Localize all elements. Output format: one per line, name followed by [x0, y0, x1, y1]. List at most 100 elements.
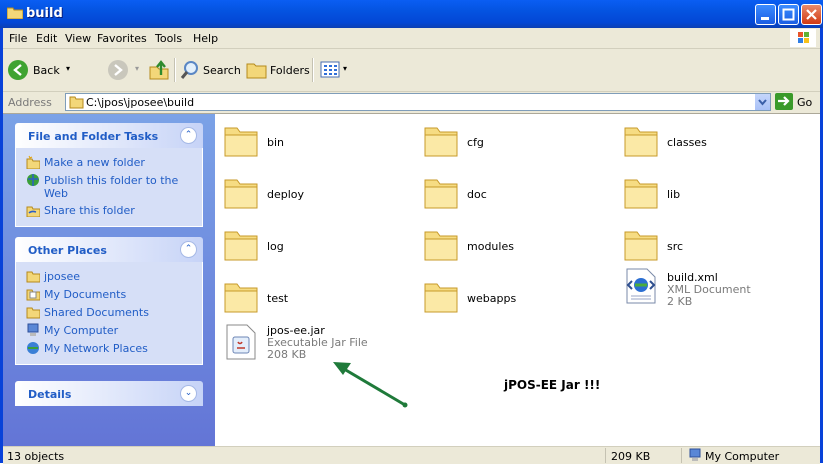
address-path: C:\jpos\jposee\build — [86, 96, 195, 109]
folder-icon — [69, 96, 84, 109]
folders-button[interactable]: Folders — [246, 59, 310, 81]
status-size: 209 KB — [611, 450, 651, 463]
globe-icon — [27, 174, 39, 186]
panel-header[interactable]: File and Folder Tasks ⌃ — [15, 123, 203, 148]
back-dropdown-icon[interactable]: ▾ — [66, 64, 70, 73]
menu-tools[interactable]: Tools — [155, 32, 182, 45]
search-icon — [180, 61, 198, 79]
folder-icon — [424, 283, 458, 313]
address-label: Address — [8, 96, 52, 109]
views-button[interactable]: ▾ — [319, 59, 351, 81]
folder-icon — [424, 179, 458, 209]
file-name: doc — [467, 188, 487, 201]
address-dropdown-button[interactable] — [755, 94, 770, 110]
panel-title: Other Places — [28, 244, 107, 257]
go-button[interactable] — [775, 93, 793, 110]
file-name: classes — [667, 136, 707, 149]
expand-chevron-icon[interactable]: ⌄ — [180, 385, 197, 402]
shared-folder-icon — [26, 307, 40, 319]
link-label: My Network Places — [44, 342, 148, 355]
menu-file[interactable]: File — [9, 32, 27, 45]
my-documents-icon — [26, 289, 40, 301]
chevron-down-icon — [758, 99, 767, 106]
annotation-text: jPOS-EE Jar !!! — [504, 378, 601, 392]
forward-dropdown-icon[interactable]: ▾ — [135, 64, 139, 73]
task-pane: File and Folder Tasks ⌃ Make a new folde… — [3, 114, 215, 446]
search-button[interactable]: Search — [179, 59, 241, 81]
forward-button[interactable]: ▾ — [107, 59, 139, 81]
toolbar-separator — [312, 58, 314, 82]
computer-icon — [27, 323, 39, 336]
new-folder-icon — [26, 155, 40, 169]
annotation-arrow — [333, 362, 408, 408]
make-new-folder-link[interactable]: Make a new folder — [16, 154, 202, 172]
main-content: File and Folder Tasks ⌃ Make a new folde… — [3, 113, 820, 446]
status-location: My Computer — [705, 450, 780, 463]
title-bar[interactable]: build — [0, 0, 823, 28]
folder-icon — [424, 127, 458, 157]
status-divider — [681, 448, 682, 463]
menu-help[interactable]: Help — [193, 32, 218, 45]
link-label: Share this folder — [44, 204, 135, 217]
go-label[interactable]: Go — [797, 96, 812, 109]
panel-body: Make a new folder Publish this folder to… — [15, 148, 203, 227]
other-places-panel: Other Places ⌃ jposee My Documents Share… — [15, 237, 203, 365]
folder-icon — [224, 127, 258, 157]
folders-label: Folders — [270, 64, 310, 77]
place-shared-documents-link[interactable]: Shared Documents — [16, 304, 202, 322]
status-object-count: 13 objects — [7, 450, 65, 463]
place-my-documents-link[interactable]: My Documents — [16, 286, 202, 304]
up-folder-button[interactable] — [148, 59, 170, 81]
toolbar-separator — [174, 58, 176, 82]
status-divider — [605, 448, 606, 463]
place-my-network-places-link[interactable]: My Network Places — [16, 340, 202, 358]
file-name: deploy — [267, 188, 305, 201]
file-name: lib — [667, 188, 681, 201]
minimize-icon — [761, 17, 769, 20]
folder-icon — [26, 271, 40, 283]
publish-folder-link[interactable]: Publish this folder to the Web — [16, 172, 202, 202]
back-label: Back — [33, 64, 60, 77]
folder-icon — [7, 7, 23, 19]
menu-bar: File Edit View Favorites Tools Help — [3, 28, 820, 49]
link-label: My Computer — [44, 324, 119, 337]
file-size: 208 KB — [267, 348, 307, 361]
xml-document-icon — [626, 268, 656, 304]
file-name: test — [267, 292, 289, 305]
collapse-chevron-icon[interactable]: ⌃ — [180, 241, 197, 258]
folder-icon — [224, 231, 258, 261]
menu-favorites[interactable]: Favorites — [97, 32, 147, 45]
link-label: Make a new folder — [44, 156, 145, 169]
address-field[interactable]: C:\jpos\jposee\build — [65, 93, 771, 111]
collapse-chevron-icon[interactable]: ⌃ — [180, 127, 197, 144]
close-button[interactable] — [801, 4, 822, 25]
maximize-button[interactable] — [778, 4, 799, 25]
file-name: modules — [467, 240, 514, 253]
place-my-computer-link[interactable]: My Computer — [16, 322, 202, 340]
views-dropdown-icon[interactable]: ▾ — [343, 64, 347, 73]
link-label: Publish this folder to the Web — [44, 174, 179, 200]
link-label: jposee — [44, 270, 81, 283]
folder-icon — [624, 127, 658, 157]
panel-title: Details — [28, 388, 72, 401]
menu-edit[interactable]: Edit — [36, 32, 57, 45]
address-bar: Address C:\jpos\jposee\build Go — [3, 92, 820, 112]
share-folder-icon — [26, 206, 40, 217]
file-folder-tasks-panel: File and Folder Tasks ⌃ Make a new folde… — [15, 123, 203, 227]
minimize-button[interactable] — [755, 4, 776, 25]
file-list: bin cfg classes deploy doc lib log modul… — [215, 114, 820, 446]
place-jposee-link[interactable]: jposee — [16, 268, 202, 286]
explorer-window: build File Edit View Favorites Tools Hel… — [0, 0, 823, 464]
panel-header[interactable]: Details ⌄ — [15, 381, 203, 406]
menu-view[interactable]: View — [65, 32, 91, 45]
file-name: src — [667, 240, 684, 253]
panel-title: File and Folder Tasks — [28, 130, 159, 143]
folder-icon — [224, 283, 258, 313]
share-folder-link[interactable]: Share this folder — [16, 202, 202, 220]
panel-header[interactable]: Other Places ⌃ — [15, 237, 203, 262]
details-panel: Details ⌄ — [15, 381, 203, 406]
windows-logo — [790, 29, 816, 47]
back-button[interactable]: Back ▾ — [7, 59, 73, 81]
maximize-icon — [782, 8, 795, 21]
file-size: 2 KB — [667, 295, 693, 308]
